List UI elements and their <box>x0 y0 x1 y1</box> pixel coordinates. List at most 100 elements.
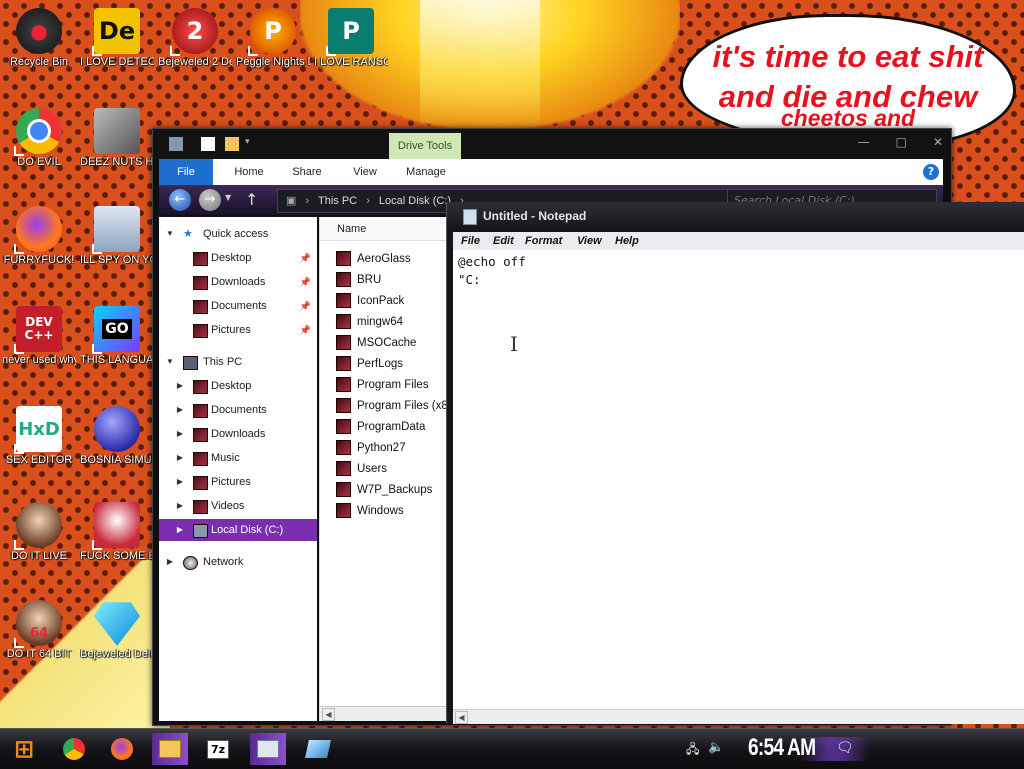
tab-file[interactable]: File <box>159 159 213 185</box>
list-item[interactable]: PerfLogs <box>336 354 454 375</box>
nav-pc-videos[interactable]: ▶ Videos <box>159 495 317 517</box>
nav-pc-documents[interactable]: ▶ Documents <box>159 399 317 421</box>
nav-network[interactable]: ▶ Network <box>159 551 317 573</box>
list-item[interactable]: mingw64 <box>336 312 454 333</box>
nav-quick-documents[interactable]: Documents 📌 <box>159 295 317 317</box>
list-item[interactable]: Program Files <box>336 375 454 396</box>
collapsed-arrow-icon[interactable]: ▶ <box>175 447 185 469</box>
close-button[interactable]: ✕ <box>933 135 943 149</box>
column-header-name[interactable]: Name <box>320 217 450 241</box>
tab-share[interactable]: Share <box>279 159 335 185</box>
nav-label: Quick access <box>203 228 269 240</box>
taskbar-clock[interactable]: 6:54 AM <box>748 734 816 762</box>
desktop-icon-die[interactable]: De I LOVE DETECTING... <box>80 8 154 69</box>
taskbar-notepad[interactable] <box>250 733 286 765</box>
tab-view[interactable]: View <box>337 159 393 185</box>
nav-quick-downloads[interactable]: Downloads 📌 <box>159 271 317 293</box>
properties-icon[interactable] <box>201 137 215 151</box>
up-arrow-icon[interactable]: ↑ <box>245 190 258 209</box>
list-item[interactable]: Python27 <box>336 438 454 459</box>
collapsed-arrow-icon[interactable]: ▶ <box>175 423 185 445</box>
desktop-icon-bosnia[interactable]: BOSNIA SIMULATOR <box>80 406 154 467</box>
notepad-window[interactable]: Untitled - Notepad File Edit Format View… <box>446 202 1024 724</box>
collapsed-arrow-icon[interactable]: ▶ <box>175 399 185 421</box>
taskbar-7zip[interactable]: 7z <box>200 733 236 765</box>
menu-view[interactable]: View <box>577 232 602 250</box>
breadcrumb-local-disk[interactable]: Local Disk (C:) <box>379 195 451 207</box>
list-item[interactable]: MSOCache <box>336 333 454 354</box>
desktop-icon-deez[interactable]: DEEZ NUTS HAH GOTTI <box>80 108 154 169</box>
nav-label: Desktop <box>211 380 252 392</box>
taskbar-chrome[interactable] <box>56 733 92 765</box>
list-item[interactable]: Program Files (x86) <box>336 396 454 417</box>
expanded-arrow-icon[interactable]: ▼ <box>165 223 175 245</box>
desktop-icon-do-it-live[interactable]: DO IT LIVE <box>2 502 76 563</box>
desktop-icon-hxd[interactable]: HxD SEX EDITOR <box>2 406 76 467</box>
notepad-text-area[interactable]: @echo off "C: <box>453 250 1024 710</box>
nav-quick-pictures[interactable]: Pictures 📌 <box>159 319 317 341</box>
maximize-button[interactable]: □ <box>896 135 907 149</box>
notification-icon[interactable]: 🗨 <box>836 739 854 756</box>
desktop-icon-devcpp[interactable]: DEVC++ never used why is it ... <box>2 306 76 367</box>
breadcrumb-this-pc[interactable]: This PC <box>318 195 357 207</box>
notepad-titlebar[interactable]: Untitled - Notepad <box>447 202 1024 230</box>
network-icon[interactable]: 🖧 <box>686 740 699 761</box>
desktop-icon-ransomware[interactable]: P I LOVE RANSOMWARE <box>314 8 388 69</box>
desktop-icon-spy[interactable]: ILL SPY ON YOU <box>80 206 154 267</box>
nav-pc-local-disk[interactable]: ▶ Local Disk (C:) <box>159 519 317 541</box>
collapsed-arrow-icon[interactable]: ▶ <box>175 471 185 493</box>
forward-button[interactable]: → <box>199 189 221 211</box>
tab-home[interactable]: Home <box>221 159 277 185</box>
explorer-titlebar[interactable]: ▾ Drive Tools — □ ✕ <box>153 129 951 159</box>
collapsed-arrow-icon[interactable]: ▶ <box>165 551 175 573</box>
desktop-icon-goland[interactable]: GO THIS LANGUAGE ... <box>80 306 154 367</box>
desktop-icon-recycle-bin[interactable]: ● Recycle Bin <box>2 8 76 69</box>
back-button[interactable]: ← <box>169 189 191 211</box>
recent-locations-icon[interactable]: ▼ <box>225 193 231 202</box>
nav-pc-pictures[interactable]: ▶ Pictures <box>159 471 317 493</box>
start-button[interactable]: ⊞ <box>6 733 42 765</box>
menu-edit[interactable]: Edit <box>493 232 514 250</box>
help-icon[interactable]: ? <box>923 164 939 180</box>
list-item[interactable]: AeroGlass <box>336 249 454 270</box>
nav-this-pc[interactable]: ▼ This PC <box>159 351 317 373</box>
volume-icon[interactable]: 🔈 <box>708 739 724 755</box>
collapsed-arrow-icon[interactable]: ▶ <box>175 519 185 541</box>
menu-file[interactable]: File <box>461 232 480 250</box>
list-item[interactable]: ProgramData <box>336 417 454 438</box>
tab-manage[interactable]: Manage <box>395 159 457 185</box>
menu-format[interactable]: Format <box>525 232 562 250</box>
list-item[interactable]: Windows <box>336 501 454 522</box>
list-item[interactable]: BRU <box>336 270 454 291</box>
desktop-icon-do-evil[interactable]: DO EVIL <box>2 108 76 169</box>
horizontal-scrollbar[interactable]: ◀ <box>320 706 450 721</box>
collapsed-arrow-icon[interactable]: ▶ <box>175 375 185 397</box>
taskbar-file-explorer[interactable] <box>152 733 188 765</box>
new-folder-icon[interactable] <box>225 137 239 151</box>
list-item[interactable]: Users <box>336 459 454 480</box>
list-item[interactable]: W7P_Backups <box>336 480 454 501</box>
minimize-button[interactable]: — <box>858 135 870 149</box>
nav-pc-downloads[interactable]: ▶ Downloads <box>159 423 317 445</box>
desktop-icon-elves[interactable]: FUCK SOME ELVES <box>80 502 154 563</box>
chevron-down-icon[interactable]: ▾ <box>245 137 259 151</box>
scroll-left-icon[interactable]: ◀ <box>455 711 468 724</box>
desktop-icon-peggle[interactable]: P Peggle Nights Deluxe <box>236 8 310 69</box>
nav-quick-desktop[interactable]: Desktop 📌 <box>159 247 317 269</box>
desktop-icon-bejeweled[interactable]: Bejeweled Deluxe <box>80 600 154 661</box>
desktop-icon-furry[interactable]: FURRYFUCK! <box>2 206 76 267</box>
expanded-arrow-icon[interactable]: ▼ <box>165 351 175 373</box>
list-item[interactable]: IconPack <box>336 291 454 312</box>
nav-quick-access[interactable]: ▼ ★ Quick access <box>159 223 317 245</box>
menu-help[interactable]: Help <box>615 232 639 250</box>
desktop-icon-do-it-64[interactable]: 64 DO IT 64 BIT <box>2 600 76 661</box>
nav-pc-music[interactable]: ▶ Music <box>159 447 317 469</box>
nav-pc-desktop[interactable]: ▶ Desktop <box>159 375 317 397</box>
horizontal-scrollbar[interactable]: ◀ <box>453 709 1024 724</box>
collapsed-arrow-icon[interactable]: ▶ <box>175 495 185 517</box>
desktop-icon-bejeweled-2[interactable]: 2 Bejeweled 2 Deluxe <box>158 8 232 69</box>
santa-icon <box>92 502 140 550</box>
scroll-left-icon[interactable]: ◀ <box>322 708 335 721</box>
taskbar-firefox[interactable] <box>104 733 140 765</box>
taskbar-glass-app[interactable] <box>300 733 336 765</box>
